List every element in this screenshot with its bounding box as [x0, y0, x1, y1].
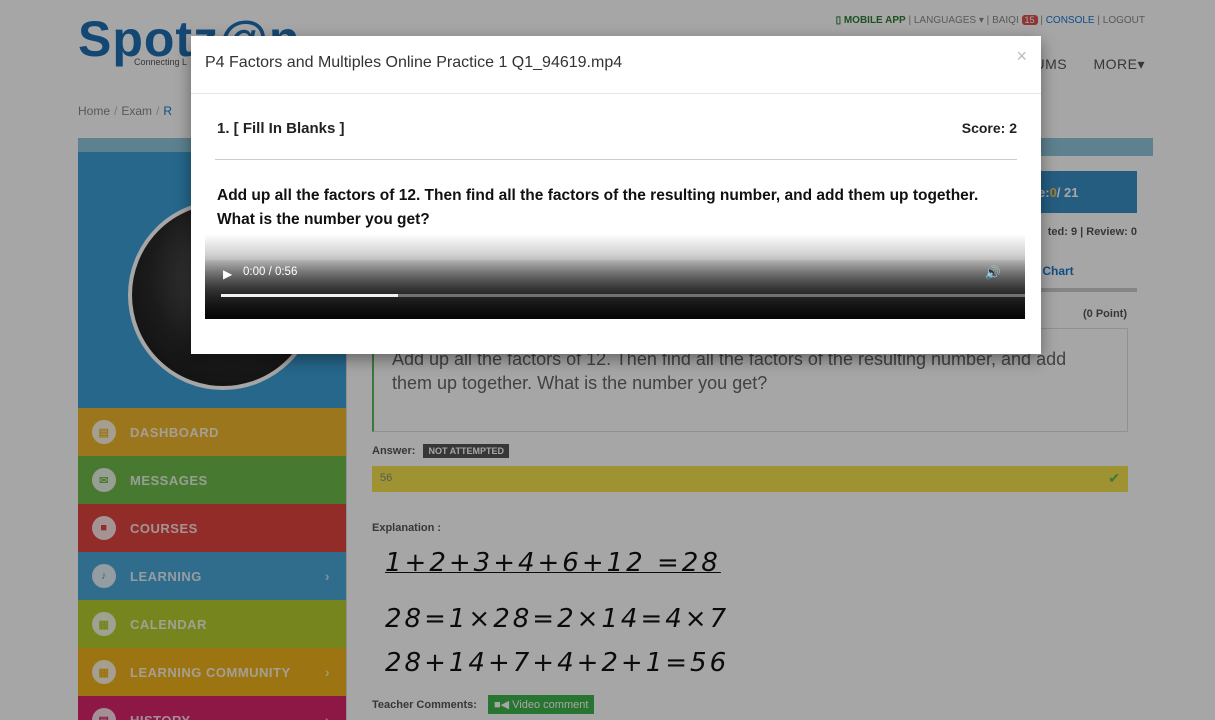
play-icon[interactable]: ▶ — [223, 267, 232, 281]
volume-icon[interactable]: 🔊 — [985, 265, 1001, 281]
video-player[interactable]: ▶ 0:00 / 0:56 🔊 — [205, 234, 1025, 319]
question-body: Add up all the factors of 12. Then find … — [217, 187, 979, 229]
video-time: 0:00 / 0:56 — [243, 266, 298, 278]
video-progress-fill — [221, 294, 398, 297]
video-progress-track[interactable] — [221, 294, 1025, 297]
modal-header: P4 Factors and Multiples Online Practice… — [191, 36, 1041, 94]
question-score: Score: 2 — [961, 120, 1017, 136]
video-controls — [205, 260, 1025, 319]
divider — [215, 159, 1017, 160]
modal-title: P4 Factors and Multiples Online Practice… — [205, 54, 623, 71]
question-heading: 1. [ Fill In Blanks ] — [217, 120, 345, 137]
video-modal: P4 Factors and Multiples Online Practice… — [191, 36, 1041, 354]
close-icon[interactable]: × — [1016, 46, 1027, 67]
